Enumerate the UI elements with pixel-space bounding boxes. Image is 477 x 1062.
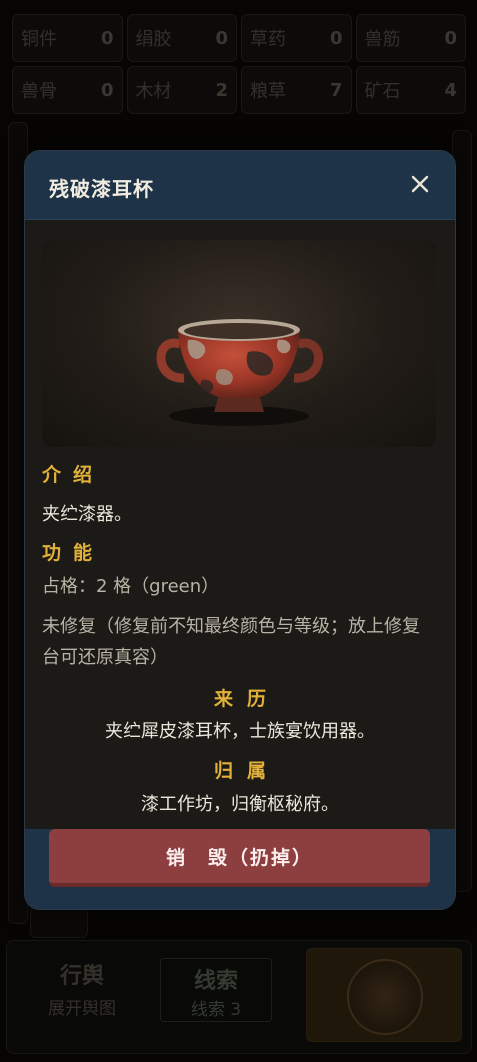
dialog-title: 残破漆耳杯 [49,177,154,201]
close-icon[interactable] [407,171,433,197]
intro-heading: 介绍 [42,464,105,486]
dialog-header: 残破漆耳杯 [25,151,455,220]
origin-text: 夹纻犀皮漆耳杯，士族宴饮用器。 [105,721,375,742]
intro-text: 夹纻漆器。 [42,504,132,525]
slot-info: 占格：2 格（green） [42,576,220,597]
destroy-button[interactable]: 销 毁（扔掉） [49,829,430,887]
repair-note: 未修复（修复前不知最终颜色与等级；放上修复台可还原真容） [42,616,420,668]
item-image [42,240,436,447]
item-detail-dialog: 残破漆耳杯 介绍 夹纻漆器。 功能 占格：2 格（green） 未修复（修复前不… [24,150,456,910]
owner-heading: 归属 [213,760,280,782]
owner-text: 漆工作坊，归衡枢秘府。 [141,794,339,815]
origin-heading: 来历 [213,688,280,710]
function-heading: 功能 [42,542,105,564]
lacquer-cup-illustration [156,319,323,426]
